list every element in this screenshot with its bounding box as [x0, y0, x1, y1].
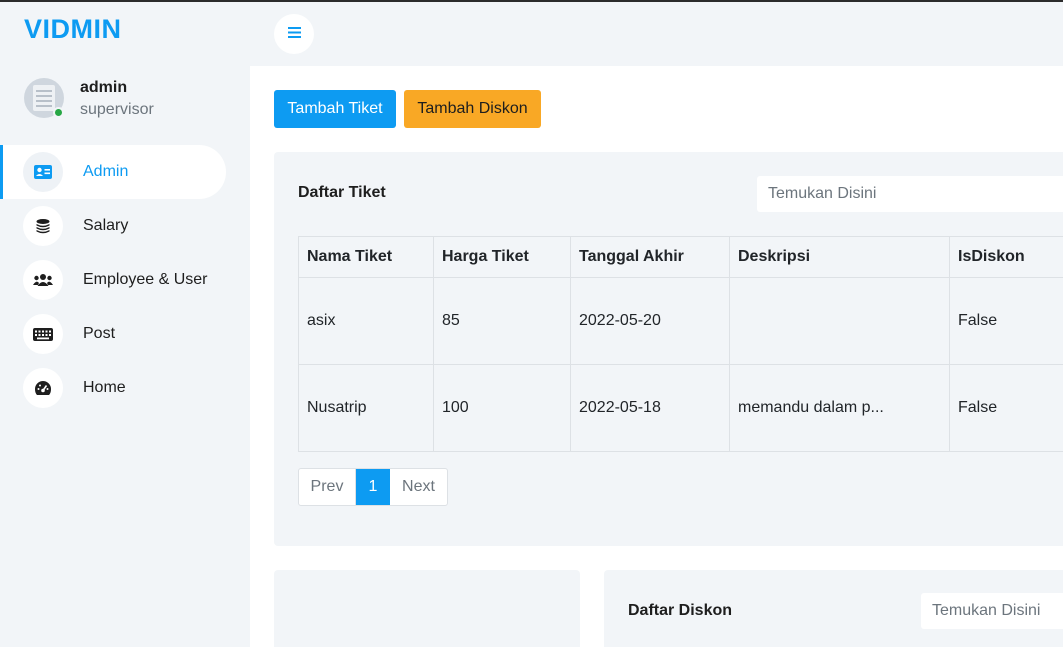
sidebar-item-label: Post — [83, 325, 116, 342]
prev-page-button[interactable]: Prev — [299, 469, 356, 505]
sidebar-item-label: Salary — [83, 217, 129, 234]
user-profile: admin supervisor — [24, 78, 244, 122]
brand-logo[interactable]: VIDMIN — [24, 14, 122, 45]
users-icon — [23, 260, 63, 300]
discount-search-input[interactable] — [921, 593, 1063, 629]
column-header[interactable]: Harga Tiket — [433, 236, 571, 278]
profile-role: supervisor — [80, 101, 154, 118]
table-row[interactable]: Nusatrip 100 2022-05-18 memandu dalam p.… — [298, 364, 1063, 452]
table-cell: asix — [298, 277, 434, 365]
current-page-button[interactable]: 1 — [356, 469, 390, 505]
gauge-icon — [23, 368, 63, 408]
column-header[interactable]: IsDiskon — [949, 236, 1063, 278]
sidebar-item-home[interactable]: Home — [0, 361, 226, 415]
column-header[interactable]: Deskripsi — [729, 236, 950, 278]
table-cell: False — [949, 277, 1063, 365]
table-cell: 2022-05-18 — [570, 364, 730, 452]
keyboard-icon — [23, 314, 63, 354]
profile-name: admin — [80, 79, 128, 96]
sidebar-item-label: Admin — [83, 163, 129, 180]
table-row[interactable]: asix 85 2022-05-20 False — [298, 277, 1063, 365]
table-cell: False — [949, 364, 1063, 452]
table-cell: Nusatrip — [298, 364, 434, 452]
table-header-row: Nama Tiket Harga Tiket Tanggal Akhir Des… — [298, 236, 1063, 278]
ticket-search-input[interactable] — [757, 176, 1063, 212]
sidebar-item-label: Employee & User — [83, 271, 208, 288]
discount-list-card: Daftar Diskon — [604, 570, 1063, 647]
next-page-button[interactable]: Next — [390, 469, 447, 505]
add-ticket-button[interactable]: Tambah Tiket — [274, 90, 396, 128]
ticket-list-title: Daftar Tiket — [298, 184, 386, 201]
online-status-dot — [53, 107, 64, 118]
table-cell: memandu dalam p... — [729, 364, 950, 452]
coins-icon — [23, 206, 63, 246]
id-card-icon — [23, 152, 63, 192]
sidebar-item-admin[interactable]: Admin — [0, 145, 226, 199]
sidebar-item-post[interactable]: Post — [0, 307, 226, 361]
table-cell: 85 — [433, 277, 571, 365]
table-cell — [729, 277, 950, 365]
empty-card — [274, 570, 580, 647]
add-discount-button[interactable]: Tambah Diskon — [404, 90, 541, 128]
ticket-list-card: Daftar Tiket Nama Tiket Harga Tiket Tang… — [274, 152, 1063, 546]
column-header[interactable]: Tanggal Akhir — [570, 236, 730, 278]
hamburger-icon — [287, 25, 301, 43]
sidebar-menu: Admin Salary Employee & User Post Home — [0, 145, 250, 415]
sidebar-item-employee-user[interactable]: Employee & User — [0, 253, 226, 307]
sidebar-item-label: Home — [83, 379, 126, 396]
top-header — [250, 2, 1063, 66]
table-cell: 100 — [433, 364, 571, 452]
sidebar: VIDMIN admin supervisor Admin Salary Emp… — [0, 2, 250, 647]
table-cell: 2022-05-20 — [570, 277, 730, 365]
column-header[interactable]: Nama Tiket — [298, 236, 434, 278]
sidebar-item-salary[interactable]: Salary — [0, 199, 226, 253]
pagination: Prev 1 Next — [298, 468, 448, 506]
menu-toggle-button[interactable] — [274, 14, 314, 54]
ticket-table: Nama Tiket Harga Tiket Tanggal Akhir Des… — [298, 236, 1063, 452]
discount-list-title: Daftar Diskon — [628, 602, 733, 619]
